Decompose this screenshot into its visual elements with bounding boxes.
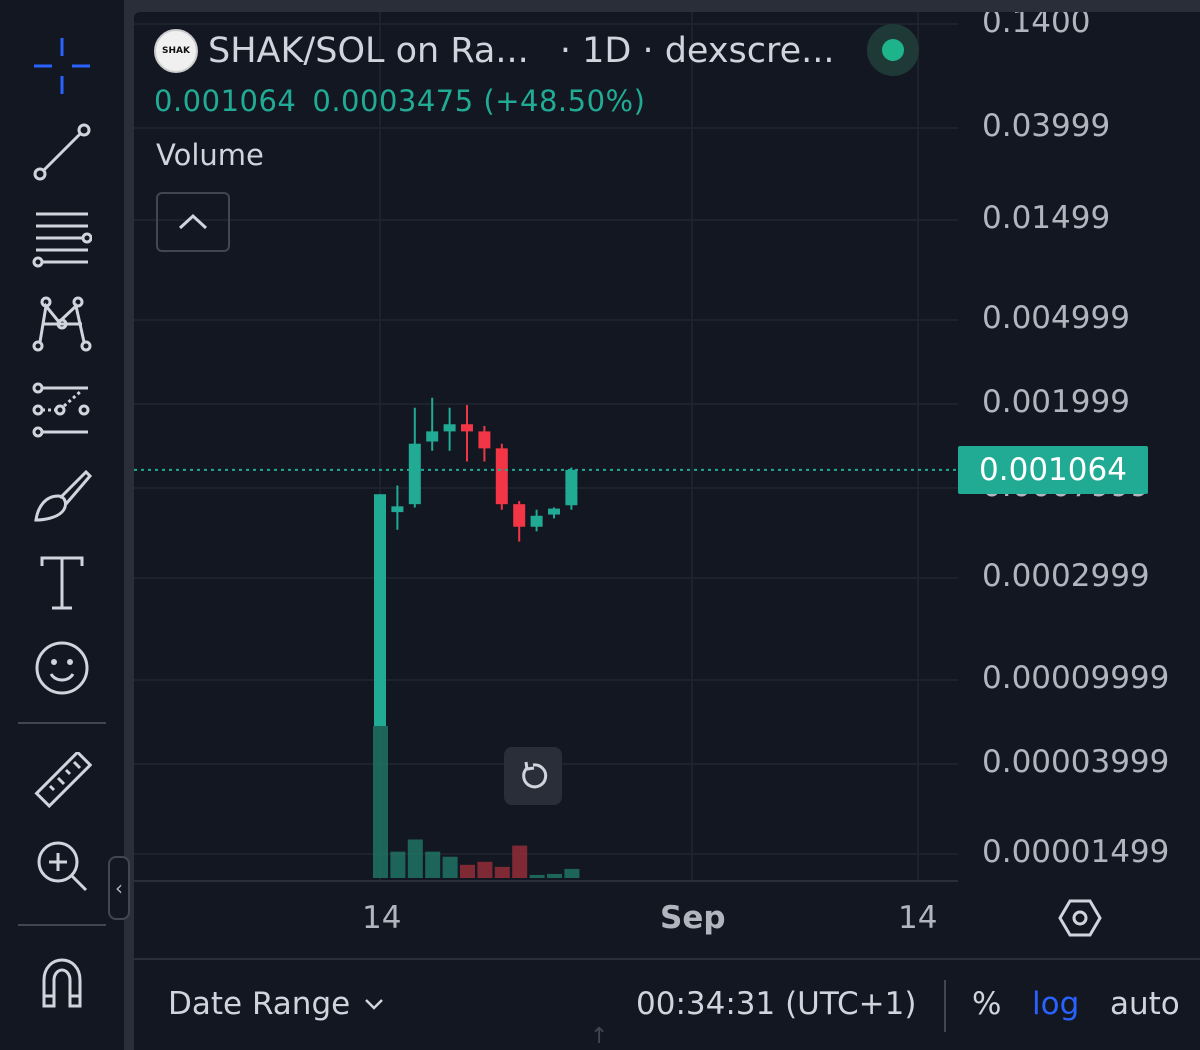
candle-body	[391, 506, 404, 513]
chevron-down-icon	[365, 999, 384, 1010]
toolbar-divider	[18, 924, 106, 926]
volume-legend-label[interactable]: Volume	[156, 138, 264, 172]
volume-bar	[407, 839, 423, 878]
status-dot-icon	[882, 39, 904, 61]
symbol-name: SHAK/SOL on Ra...	[208, 31, 529, 71]
price-axis-label: 0.001999	[982, 384, 1130, 420]
price-axis-label: 0.01499	[982, 200, 1111, 236]
price-axis-label: 0.03999	[982, 108, 1111, 144]
drawing-toolbar: ‹	[0, 0, 130, 1050]
trend-line-icon[interactable]	[22, 114, 102, 190]
price-axis-label: 0.00001499	[982, 834, 1170, 870]
volume-bar	[529, 874, 545, 878]
legend-change: 0.0003475 (+48.50%)	[312, 84, 646, 118]
chevron-up-icon	[178, 213, 208, 230]
volume-bar	[512, 845, 528, 878]
volume-bar	[442, 856, 458, 878]
fib-retracement-icon[interactable]	[22, 200, 102, 276]
candle-body	[461, 424, 473, 432]
text-icon[interactable]	[22, 544, 102, 620]
bottom-bar-divider	[944, 980, 946, 1032]
legend-title[interactable]: SHAK SHAK/SOL on Ra... · 1D · dexscre...	[154, 26, 835, 76]
candle-body	[443, 424, 456, 432]
reset-chart-button[interactable]	[504, 747, 562, 805]
interval-source: · 1D · dexscre...	[559, 31, 835, 71]
market-status-indicator[interactable]	[867, 24, 919, 76]
volume-bar	[460, 864, 475, 878]
volume-bar	[494, 866, 510, 878]
chart-panel[interactable]: SHAK SHAK/SOL on Ra... · 1D · dexscre...…	[134, 12, 1200, 1050]
price-axis-label: 0.00009999	[982, 660, 1170, 696]
candle-body	[374, 494, 386, 726]
brush-icon[interactable]	[22, 458, 102, 534]
ruler-icon[interactable]	[22, 744, 102, 820]
pattern-icon[interactable]	[22, 286, 102, 362]
volume-bar	[373, 726, 388, 878]
emoji-icon[interactable]	[22, 630, 102, 706]
time-label: 14	[362, 900, 402, 936]
time-label: 14	[898, 900, 938, 936]
price-axis-label: 0.00003999	[982, 744, 1170, 780]
volume-bar	[547, 873, 562, 878]
candle-body	[513, 504, 526, 527]
chevron-left-icon: ‹	[115, 876, 123, 900]
volume-bar	[425, 851, 441, 878]
volume-bar	[477, 861, 493, 878]
bottom-toolbar: Date Range 00:34:31 (UTC+1) % log auto ↑	[134, 958, 1200, 1050]
zoom-in-icon[interactable]	[22, 828, 102, 904]
symbol-title[interactable]: SHAK/SOL on Ra... · 1D · dexscre...	[208, 31, 835, 71]
prediction-icon[interactable]	[22, 372, 102, 448]
scroll-up-arrow-icon: ↑	[590, 1024, 609, 1049]
volume-bar	[390, 851, 406, 878]
candle-body	[530, 515, 543, 527]
legend-values: 0.001064 0.0003475 (+48.50%)	[154, 84, 645, 118]
log-scale-toggle[interactable]: log	[1032, 986, 1079, 1022]
price-axis-label: 0.0002999	[982, 558, 1150, 594]
date-range-label: Date Range	[168, 986, 351, 1022]
settings-icon[interactable]	[1058, 898, 1102, 942]
candle-body	[478, 431, 491, 449]
date-range-dropdown[interactable]: Date Range	[168, 986, 384, 1022]
price-axis-label: 0.1400	[982, 12, 1091, 40]
percent-scale-toggle[interactable]: %	[972, 986, 1001, 1022]
time-label: Sep	[660, 900, 726, 936]
candle-body	[495, 448, 508, 505]
toolbar-divider	[18, 722, 106, 724]
candle-body	[548, 508, 560, 515]
volume-bar	[564, 868, 580, 878]
legend-price: 0.001064	[154, 84, 297, 118]
collapse-legend-button[interactable]	[156, 192, 230, 252]
clock-timezone[interactable]: 00:34:31 (UTC+1)	[636, 986, 916, 1022]
magnet-icon[interactable]	[22, 946, 102, 1022]
collapse-toolbar-button[interactable]: ‹	[108, 856, 130, 920]
candle-body	[408, 443, 421, 505]
current-price-label: 0.001064	[958, 445, 1148, 494]
symbol-logo: SHAK	[154, 29, 198, 73]
auto-scale-toggle[interactable]: auto	[1110, 986, 1180, 1022]
price-axis-label: 0.004999	[982, 300, 1130, 336]
crosshair-icon[interactable]	[22, 28, 102, 104]
reset-icon	[522, 761, 548, 789]
candle-body	[426, 431, 439, 442]
candle-body	[565, 469, 578, 506]
